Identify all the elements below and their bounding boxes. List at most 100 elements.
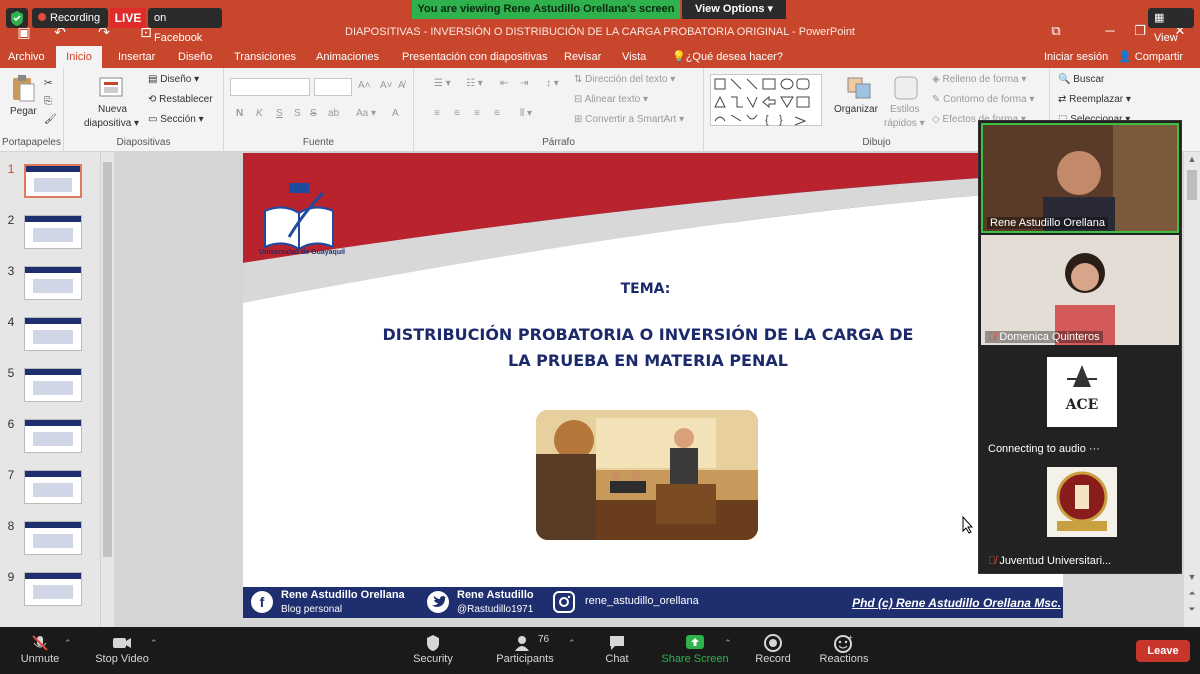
audio-options-caret-icon[interactable]: ⌃ — [64, 638, 72, 649]
tab-animaciones[interactable]: Animaciones — [310, 46, 385, 68]
participant-2-name: 🎙̸ Domenica Quinteros — [985, 331, 1103, 343]
tab-insertar[interactable]: Insertar — [112, 46, 161, 68]
shape-outline-button[interactable]: ✎ Contorno de forma ▾ — [932, 94, 1034, 105]
align-left-icon[interactable]: ≡ — [434, 108, 440, 119]
slide-thumbnail[interactable] — [24, 368, 82, 402]
participants-button[interactable]: Participants — [485, 633, 565, 671]
video-tile-host[interactable]: Rene Astudillo Orellana — [981, 123, 1179, 233]
chat-label: Chat — [605, 653, 629, 665]
italic-button[interactable]: K — [256, 108, 263, 119]
editor-scroll-thumb[interactable] — [1187, 170, 1197, 200]
video-tile-participant-2[interactable]: 🎙̸ Domenica Quinteros — [981, 235, 1179, 345]
thumb-scrollbar[interactable] — [100, 152, 114, 627]
shrink-font-icon[interactable]: A˅ — [380, 80, 393, 91]
paste-button[interactable]: Pegar — [10, 106, 37, 117]
video-tile-participant-3[interactable]: ACE Connecting to audio ··· — [981, 347, 1179, 457]
tab-revisar[interactable]: Revisar — [558, 46, 607, 68]
columns-icon[interactable]: ⫴ ▾ — [520, 108, 532, 119]
slide-number: 4 — [7, 315, 15, 329]
svg-text:{: { — [765, 114, 769, 126]
slide-thumbnail[interactable] — [24, 215, 82, 249]
align-right-icon[interactable]: ≡ — [474, 108, 480, 119]
smartart-button[interactable]: ⊞ Convertir a SmartArt ▾ — [574, 114, 684, 125]
tell-me-search[interactable]: 💡¿Qué desea hacer? — [666, 46, 789, 68]
cut-icon[interactable]: ✂ — [44, 78, 52, 89]
replace-button[interactable]: ⇄ Reemplazar ▾ — [1058, 94, 1131, 105]
slide-thumbnail[interactable] — [24, 572, 82, 606]
minimize-button[interactable]: ─ — [1098, 22, 1122, 40]
underline-button[interactable]: S — [276, 108, 283, 119]
reactions-button[interactable]: + Reactions — [804, 633, 884, 671]
quick-styles-label-2[interactable]: rápidos ▾ — [884, 118, 925, 129]
section-button[interactable]: ▭ Sección ▾ — [148, 114, 204, 125]
font-family-select[interactable] — [230, 78, 310, 96]
slide-thumbnail[interactable] — [24, 419, 82, 453]
slide-thumbnail[interactable] — [24, 521, 82, 555]
clear-format-icon[interactable]: A̸ — [398, 80, 405, 91]
grow-font-icon[interactable]: A˄ — [358, 80, 371, 91]
tab-vista[interactable]: Vista — [616, 46, 652, 68]
quick-styles-label-1[interactable]: Estilos — [890, 104, 919, 115]
next-slide-icon[interactable]: ⏷ — [1186, 604, 1198, 616]
text-direction-button[interactable]: ⇅ Dirección del texto ▾ — [574, 74, 675, 85]
align-center-icon[interactable]: ≡ — [454, 108, 460, 119]
scroll-down-icon[interactable]: ▼ — [1186, 572, 1198, 584]
slide-thumbnail[interactable] — [24, 164, 82, 198]
font-color-icon[interactable]: A — [392, 108, 399, 119]
share-screen-button[interactable]: Share Screen — [655, 633, 735, 671]
prev-slide-icon[interactable]: ⏶ — [1186, 588, 1198, 600]
bullets-icon[interactable]: ☰ ▾ — [434, 78, 451, 89]
reset-button[interactable]: ⟲ Restablecer — [148, 94, 213, 105]
security-button[interactable]: Security — [393, 633, 473, 671]
copy-icon[interactable]: ⎘ — [44, 96, 52, 107]
slide-thumbnail[interactable] — [24, 266, 82, 300]
shapes-gallery[interactable]: {} — [710, 74, 822, 126]
spacing-button[interactable]: ab — [328, 108, 339, 119]
thumb-scroll-thumb[interactable] — [103, 162, 112, 557]
signin-link[interactable]: Iniciar sesión — [1038, 46, 1114, 68]
new-slide-label-2[interactable]: diapositiva ▾ — [84, 118, 139, 129]
slide-thumbnail[interactable] — [24, 470, 82, 504]
ribbon-display-icon[interactable]: ⧉ — [1044, 22, 1068, 40]
slide-thumbnail[interactable] — [24, 317, 82, 351]
tab-archivo[interactable]: Archivo — [2, 46, 51, 68]
view-button[interactable]: ▦ View — [1148, 8, 1194, 44]
shape-fill-button[interactable]: ◈ Relleno de forma ▾ — [932, 74, 1026, 85]
shadow-button[interactable]: S — [294, 108, 301, 119]
share-label: Compartir — [1134, 51, 1184, 63]
chat-button[interactable]: Chat — [577, 633, 657, 671]
record-button[interactable]: Record — [733, 633, 813, 671]
tab-diseno[interactable]: Diseño — [172, 46, 218, 68]
tab-presentacion[interactable]: Presentación con diapositivas — [396, 46, 554, 68]
strikethrough-button[interactable]: S — [310, 108, 317, 119]
view-options-button[interactable]: View Options ▾ — [682, 0, 786, 19]
video-tile-participant-4[interactable]: 🎙̸ Juventud Universitari... — [981, 459, 1179, 569]
share-options-caret-icon[interactable]: ⌃ — [724, 638, 732, 649]
tab-transiciones[interactable]: Transiciones — [228, 46, 302, 68]
format-painter-icon[interactable]: 🖌 — [44, 114, 57, 125]
scroll-up-icon[interactable]: ▲ — [1186, 154, 1198, 166]
new-slide-label-1[interactable]: Nueva — [98, 104, 127, 115]
indent-increase-icon[interactable]: ⇥ — [520, 78, 528, 89]
line-spacing-icon[interactable]: ↕ ▾ — [546, 78, 559, 89]
editor-scrollbar[interactable]: ▲ ▼ ⏶ ⏷ — [1184, 152, 1200, 627]
numbering-icon[interactable]: ☷ ▾ — [466, 78, 483, 89]
university-logo — [259, 181, 339, 259]
align-text-button[interactable]: ⊟ Alinear texto ▾ — [574, 94, 648, 105]
share-button[interactable]: 👤 Compartir — [1112, 46, 1189, 68]
indent-decrease-icon[interactable]: ⇤ — [500, 78, 508, 89]
slide-canvas[interactable]: Universidad de Guayaquil TEMA: DISTRIBUC… — [243, 153, 1063, 618]
arrange-button[interactable]: Organizar — [834, 104, 878, 115]
leave-button[interactable]: Leave — [1136, 640, 1190, 662]
bold-button[interactable]: N — [236, 108, 243, 119]
slide-header-swoosh — [243, 153, 1063, 618]
change-case-button[interactable]: Aa ▾ — [356, 108, 376, 119]
justify-icon[interactable]: ≡ — [494, 108, 500, 119]
tab-inicio[interactable]: Inicio — [56, 46, 102, 68]
video-options-caret-icon[interactable]: ⌃ — [150, 638, 158, 649]
font-size-select[interactable] — [314, 78, 352, 96]
paint-bucket-icon: ◈ — [932, 74, 943, 85]
participants-caret-icon[interactable]: ⌃ — [568, 638, 576, 649]
layout-button[interactable]: ▤ Diseño ▾ — [148, 74, 199, 85]
find-button[interactable]: 🔍 Buscar — [1058, 74, 1104, 85]
